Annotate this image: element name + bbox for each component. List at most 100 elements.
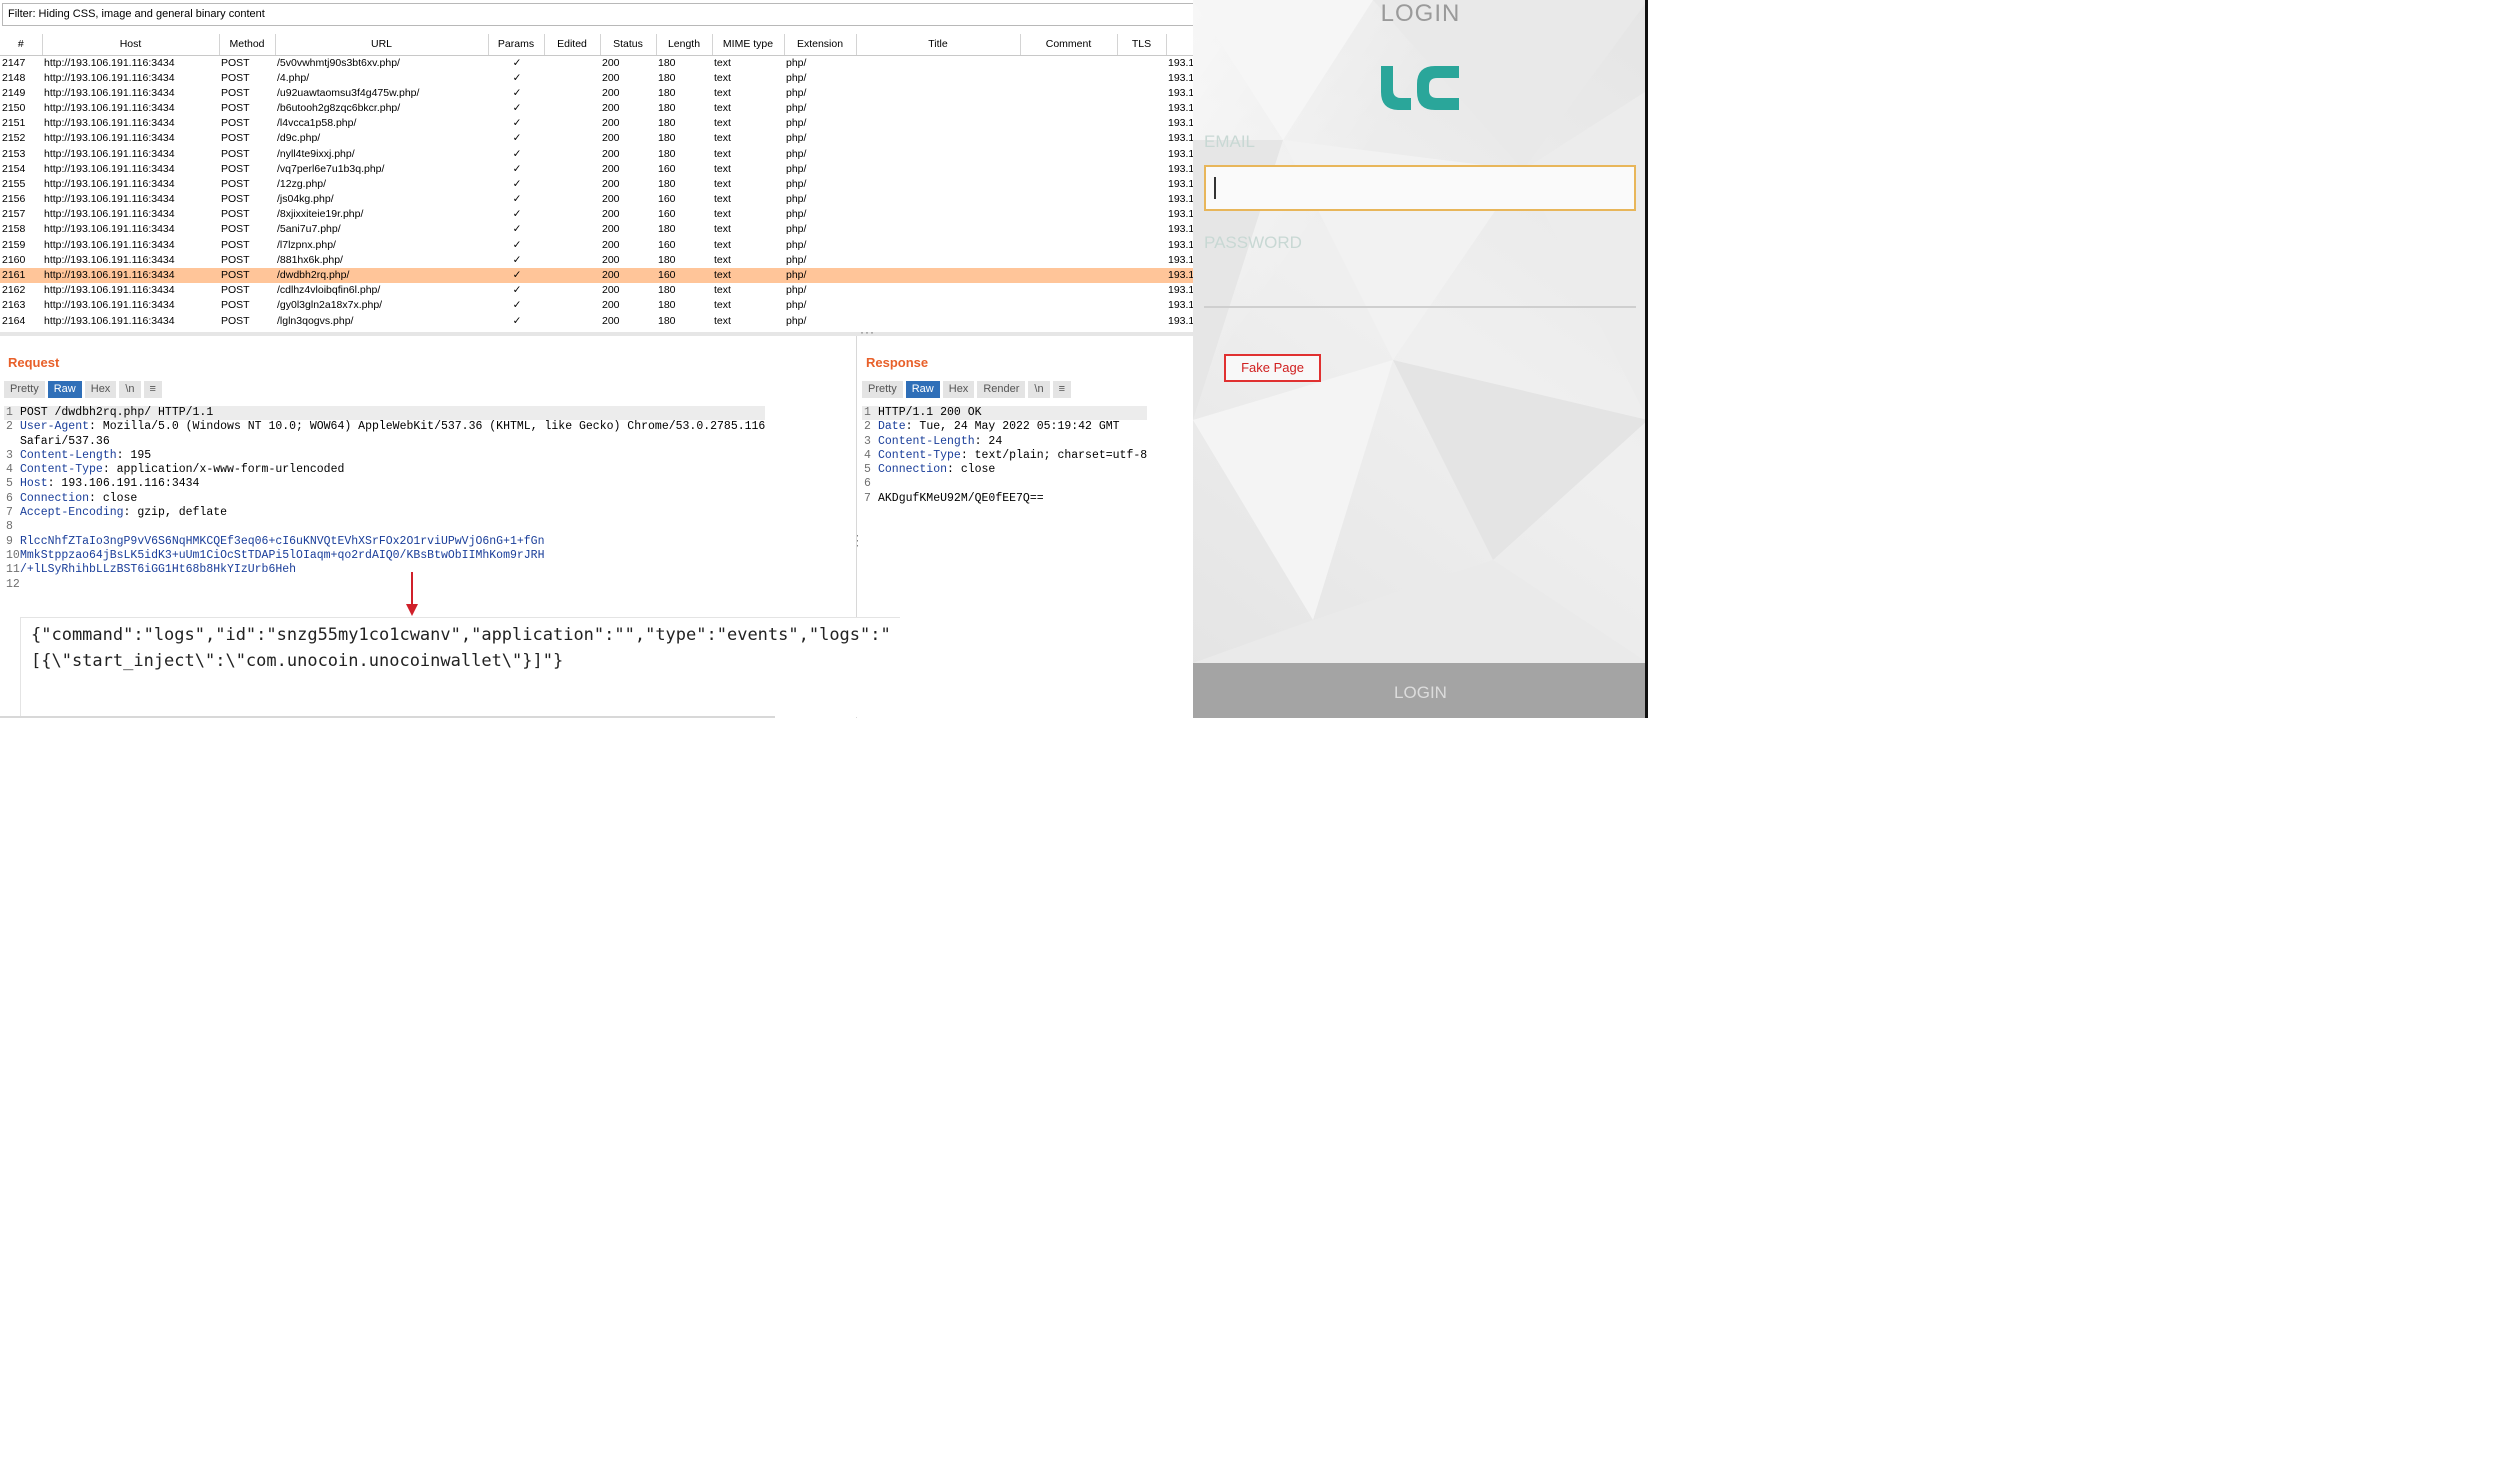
column-header[interactable]: Status <box>600 34 657 56</box>
cell-url: /l7lzpnx.php/ <box>277 238 336 251</box>
table-row[interactable]: 2149 http://193.106.191.116:3434 POST/u92u… <box>0 86 1193 101</box>
table-row[interactable]: 2150 http://193.106.191.116:3434 POST/b6ut… <box>0 101 1193 116</box>
line-text: Safari/537.36 <box>20 434 110 448</box>
line-content: AKDgufKMeU92M/QE0fEE7Q== <box>878 492 1044 506</box>
cell-mime: text <box>714 208 731 221</box>
line-number: 7 <box>6 506 13 520</box>
response-tab[interactable]: ≡ <box>1052 381 1071 398</box>
cell-url: /lgln3qogvs.php/ <box>277 314 354 327</box>
table-row[interactable]: 2147 http://193.106.191.116:3434 POST/5v0v… <box>0 55 1193 71</box>
table-row[interactable]: 2154 http://193.106.191.116:3434 POST/vq7p… <box>0 162 1193 177</box>
response-editor[interactable]: 1 HTTP/1.1 200 OK 2 Date: Tue, 24 May 2022 … <box>862 406 1148 506</box>
cell-tls <box>1117 298 1166 313</box>
http-history-table: # Host Method URL Params Edited Status Length MI… <box>0 34 1193 329</box>
table-row[interactable]: 2160 http://193.106.191.116:3434 POST/881h… <box>0 253 1193 268</box>
password-input[interactable] <box>1204 306 1636 308</box>
code-line: 4 Content-Type: application/x-www-form-ur… <box>4 463 765 477</box>
fake-page-button[interactable]: Fake Page <box>1224 354 1321 382</box>
column-header[interactable]: Method <box>219 34 276 56</box>
cell-ip: 193.106. <box>1166 267 1193 284</box>
cell-url: /dwdbh2rq.php/ <box>275 267 488 284</box>
filter-bar[interactable]: Filter: Hiding CSS, image and general bi… <box>2 3 1193 26</box>
cell-status: 200 <box>602 299 620 312</box>
table-row[interactable]: 2163 http://193.106.191.116:3434 POST/gy0l… <box>0 298 1193 313</box>
email-label: EMAIL <box>1204 132 1256 151</box>
table-row[interactable]: 2156 http://193.106.191.116:3434 POST/js04… <box>0 192 1193 207</box>
response-tab[interactable]: \n <box>1028 381 1050 398</box>
column-header[interactable]: Edited <box>544 34 601 56</box>
table-row[interactable]: 2161 http://193.106.191.116:3434 POST/dwdb… <box>0 267 1193 284</box>
table-row[interactable]: 2153 http://193.106.191.116:3434 POST/nyll… <box>0 146 1193 161</box>
login-title: LOGIN <box>1380 0 1461 27</box>
cell-length: 180 <box>658 132 676 145</box>
request-tab[interactable]: Pretty <box>4 381 45 398</box>
request-tab[interactable]: Raw <box>47 381 82 398</box>
request-tab[interactable]: ≡ <box>143 381 162 398</box>
cell-title <box>856 101 1020 116</box>
code-line: 7 AKDgufKMeU92M/QE0fEE7Q== <box>862 492 1147 506</box>
cell-length: 180 <box>658 314 676 327</box>
column-header[interactable]: MIME type <box>712 34 785 56</box>
response-tab[interactable]: Render <box>977 381 1026 398</box>
phone-screen: LOGIN EMAIL PASSWORD Fake Page LOGIN <box>1193 0 1648 718</box>
cell-params: ✓ <box>512 117 522 130</box>
request-tab[interactable]: Hex <box>84 381 117 398</box>
cell-method: POST <box>221 147 250 160</box>
table-row[interactable]: 2164 http://193.106.191.116:3434 POST/lgln… <box>0 314 1193 329</box>
cell-ip: 193.106. <box>1168 299 1193 312</box>
split-handle[interactable]: ··· <box>860 325 875 339</box>
cell-length: 160 <box>658 162 676 175</box>
response-tab[interactable]: Raw <box>905 381 940 398</box>
table-row[interactable]: 2162 http://193.106.191.116:3434 POST/cdlh… <box>0 283 1193 298</box>
response-tab[interactable]: Hex <box>942 381 975 398</box>
request-tab[interactable]: \n <box>119 381 141 398</box>
cell-comment <box>1020 71 1117 86</box>
cell-length: 180 <box>658 71 676 84</box>
table-row[interactable]: 2158 http://193.106.191.116:3434 POST/5ani… <box>0 222 1193 237</box>
cell-edited <box>544 146 600 161</box>
code-line: 1 POST /dwdbh2rq.php/ HTTP/1.1 <box>4 406 766 421</box>
cell-comment <box>1020 283 1117 298</box>
line-content: RlccNhfZTaIo3ngP9vV6S6NqHMKCQEf3eq06+cI6… <box>20 535 545 549</box>
cell-tls <box>1117 86 1166 101</box>
table-row[interactable]: 2159 http://193.106.191.116:3434 POST/l7lz… <box>0 238 1193 253</box>
response-tabs: Pretty Raw Hex Render \n ≡ <box>862 381 1071 398</box>
column-header[interactable]: # <box>0 34 43 56</box>
burp-panel: Filter: Hiding CSS, image and general bi… <box>0 0 1193 718</box>
table-row[interactable]: 2157 http://193.106.191.116:3434 POST/8xji… <box>0 207 1193 222</box>
cell-method: POST <box>221 208 250 221</box>
column-header[interactable]: TLS <box>1117 34 1167 56</box>
column-header[interactable]: Title <box>856 34 1021 56</box>
column-header[interactable]: Host <box>42 34 220 56</box>
cell-tls <box>1117 131 1166 146</box>
cell-ip: 193.106. <box>1168 101 1193 114</box>
response-tab[interactable]: Pretty <box>862 381 903 398</box>
column-header[interactable]: Params <box>488 34 545 56</box>
cell-params: ✓ <box>512 56 522 69</box>
table-row[interactable]: 2155 http://193.106.191.116:3434 POST/12zg… <box>0 177 1193 192</box>
cell-num: 2162 <box>2 284 26 297</box>
column-header[interactable] <box>1166 34 1193 56</box>
column-header[interactable]: Comment <box>1020 34 1118 56</box>
table-row[interactable]: 2151 http://193.106.191.116:3434 POST/l4vc… <box>0 116 1193 131</box>
more-options-icon[interactable]: ⋮ <box>850 532 864 549</box>
cell-comment <box>1020 101 1117 116</box>
code-line: 2 Date: Tue, 24 May 2022 05:19:42 GMT <box>862 420 1147 434</box>
line-number <box>4 435 20 449</box>
column-header[interactable]: Extension <box>784 34 857 56</box>
request-editor[interactable]: 1 POST /dwdbh2rq.php/ HTTP/1.1 2 User-Agent… <box>4 406 766 592</box>
cell-status: 200 <box>602 162 620 175</box>
line-number: 12 <box>6 577 20 591</box>
line-number: 3 <box>6 448 13 462</box>
cell-comment <box>1020 207 1117 222</box>
table-row[interactable]: 2148 http://193.106.191.116:3434 POST/4.ph… <box>0 71 1193 86</box>
table-row[interactable]: 2152 http://193.106.191.116:3434 POST/d9c.… <box>0 131 1193 146</box>
cell-ip: 193.106. <box>1168 86 1193 99</box>
column-header[interactable]: Length <box>656 34 713 56</box>
cell-tls <box>1117 162 1166 177</box>
login-button[interactable]: LOGIN <box>1193 663 1648 718</box>
cell-tls <box>1117 192 1166 207</box>
email-input[interactable] <box>1204 165 1636 211</box>
split-divider[interactable] <box>0 332 1193 336</box>
column-header[interactable]: URL <box>275 34 489 56</box>
